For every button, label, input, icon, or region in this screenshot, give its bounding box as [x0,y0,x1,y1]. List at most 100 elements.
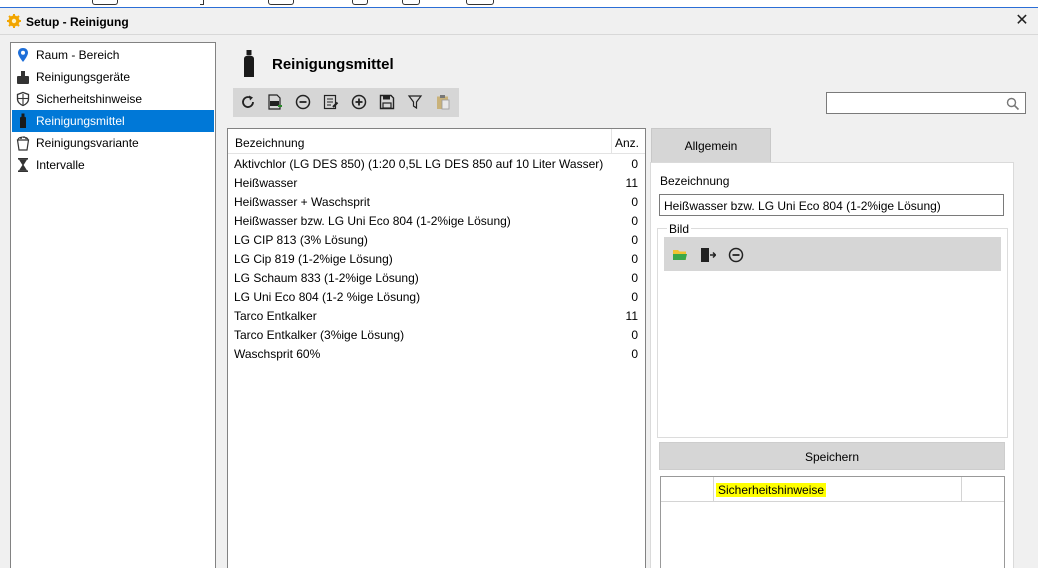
item-name: Aktivchlor (LG DES 850) (1:20 0,5L LG DE… [234,157,604,171]
sidebar-item-label: Raum - Bereich [36,48,120,62]
bild-group-label: Bild [667,222,692,236]
sidebar-item-reinigungsmittel[interactable]: Reinigungsmittel [12,110,214,132]
filter-button[interactable] [404,91,426,113]
item-count: 0 [631,233,638,247]
sidebar-item-sicherheitshinweise[interactable]: Sicherheitshinweise [12,88,214,110]
parent-toolbar-strip [0,0,1038,8]
add-icon [351,94,367,110]
tab-allgemein[interactable]: Allgemein [651,128,771,162]
detail-panel: Bezeichnung Heißwasser bzw. LG Uni Eco 8… [650,162,1014,568]
main-toolbar [233,88,459,117]
item-name: LG CIP 813 (3% Lösung) [234,233,368,247]
bezeichnung-field[interactable]: Heißwasser bzw. LG Uni Eco 804 (1-2%ige … [659,194,1004,216]
edit-icon [323,94,339,110]
item-count: 0 [631,328,638,342]
close-button[interactable]: ✕ [1012,11,1032,31]
exit-image-button[interactable] [697,244,719,266]
save-button-label: Speichern [804,450,860,464]
list-item[interactable]: Aktivchlor (LG DES 850) (1:20 0,5L LG DE… [228,154,645,173]
grid-header: Sicherheitshinweise [661,477,1004,502]
list-item[interactable]: Waschsprit 60% 0 [228,344,645,363]
column-header-anzahl[interactable]: Anz. [615,136,639,150]
hourglass-icon [18,158,28,172]
sidebar-item-raum-bereich[interactable]: Raum - Bereich [12,44,214,66]
partial-icon [466,0,494,5]
remove-icon [728,247,744,263]
item-count: 11 [625,309,638,323]
edit-button[interactable] [320,91,342,113]
item-count: 0 [631,252,638,266]
list-header: Bezeichnung Anz. [228,129,645,154]
export-button[interactable] [264,91,286,113]
tab-label: Allgemein [684,139,738,153]
bottle-icon [244,50,254,77]
list-item[interactable]: LG Cip 819 (1-2%ige Lösung) 0 [228,249,645,268]
item-name: LG Schaum 833 (1-2%ige Lösung) [234,271,419,285]
item-name: Heißwasser bzw. LG Uni Eco 804 (1-2%ige … [234,214,511,228]
list-item[interactable]: LG CIP 813 (3% Lösung) 0 [228,230,645,249]
column-divider [713,477,714,502]
column-divider [611,129,612,154]
location-pin-icon [18,48,28,62]
save-button[interactable]: Speichern [659,442,1005,470]
item-name: Heißwasser [234,176,298,190]
item-count: 0 [631,214,638,228]
search-input[interactable] [826,92,1026,114]
sicherheitshinweise-grid: Sicherheitshinweise [660,476,1005,568]
column-header-bezeichnung[interactable]: Bezeichnung [235,136,304,150]
sidebar-item-reinigungsvariante[interactable]: Reinigungsvariante [12,132,214,154]
item-name: LG Cip 819 (1-2%ige Lösung) [234,252,393,266]
sidebar-item-reinigungsgeraete[interactable]: Reinigungsgeräte [12,66,214,88]
partial-icon [352,0,368,5]
list-item[interactable]: Tarco Entkalker 11 [228,306,645,325]
sidebar-item-label: Intervalle [36,158,85,172]
open-folder-icon [673,250,687,260]
sidebar-item-intervalle[interactable]: Intervalle [12,154,214,176]
item-name: LG Uni Eco 804 (1-2 %ige Lösung) [234,290,421,304]
sidebar-item-label: Reinigungsmittel [36,114,125,128]
bezeichnung-value: Heißwasser bzw. LG Uni Eco 804 (1-2%ige … [664,199,941,213]
list-item[interactable]: Heißwasser + Waschsprit 0 [228,192,645,211]
save-toolbar-button[interactable] [376,91,398,113]
add-button[interactable] [348,91,370,113]
window-title-bar: Setup - Reinigung ✕ [0,8,1038,35]
item-count: 0 [631,347,638,361]
remove-button[interactable] [292,91,314,113]
column-header-sicherheitshinweise[interactable]: Sicherheitshinweise [716,483,827,497]
save-icon [379,94,395,110]
item-name: Waschsprit 60% [234,347,321,361]
partial-icon [92,0,118,5]
sidebar: Raum - Bereich Reinigungsgeräte Sicherhe… [10,42,216,568]
refresh-button[interactable] [237,91,259,113]
list-item[interactable]: Heißwasser 11 [228,173,645,192]
filter-icon [407,95,423,110]
column-divider [961,477,962,502]
refresh-icon [242,95,254,108]
list-item[interactable]: LG Uni Eco 804 (1-2 %ige Lösung) 0 [228,287,645,306]
item-name: Heißwasser + Waschsprit [234,195,370,209]
item-count: 0 [631,157,638,171]
paste-button[interactable] [432,91,454,113]
list-item[interactable]: LG Schaum 833 (1-2%ige Lösung) 0 [228,268,645,287]
sidebar-item-label: Reinigungsvariante [36,136,139,150]
bezeichnung-label: Bezeichnung [660,174,730,188]
sidebar-item-label: Sicherheitshinweise [36,92,143,106]
device-icon [17,71,29,84]
item-count: 0 [631,271,638,285]
partial-icon [200,0,204,5]
partial-icon [402,0,420,5]
item-name: Tarco Entkalker [234,309,317,323]
list-item[interactable]: Heißwasser bzw. LG Uni Eco 804 (1-2%ige … [228,211,645,230]
item-count: 0 [631,290,638,304]
item-count: 0 [631,195,638,209]
remove-image-button[interactable] [725,244,747,266]
bottle-icon [20,113,26,128]
item-name: Tarco Entkalker (3%ige Lösung) [234,328,405,342]
search-icon [1006,97,1020,111]
bild-group: Bild [657,222,1008,438]
clipboard-icon [437,95,450,110]
export-icon [268,94,282,110]
open-image-button[interactable] [669,244,691,266]
partial-icon [268,0,294,5]
list-item[interactable]: Tarco Entkalker (3%ige Lösung) 0 [228,325,645,344]
